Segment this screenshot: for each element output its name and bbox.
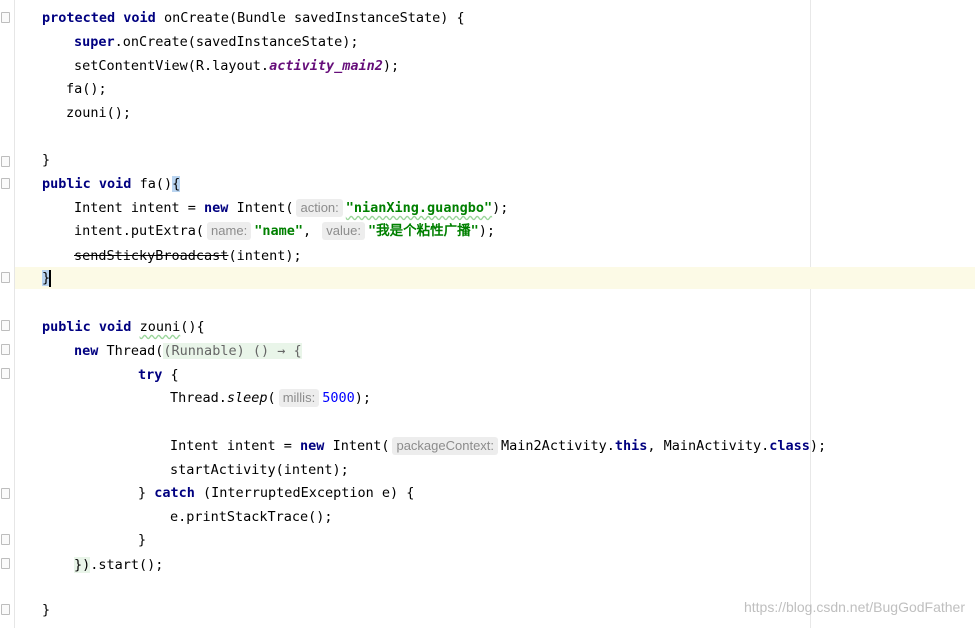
code-line: super.onCreate(savedInstanceState);: [74, 34, 359, 50]
matched-brace: {: [172, 176, 181, 192]
parameter-hint: action:: [296, 199, 343, 217]
code-editor[interactable]: protected void onCreate(Bundle savedInst…: [0, 0, 975, 628]
parameter-hint: name:: [207, 222, 252, 240]
code-line: Thread.sleep(millis: 5000);: [170, 389, 371, 407]
code-line: }: [42, 602, 51, 618]
parameter-hint: millis:: [278, 389, 320, 407]
deprecated-call: sendStickyBroadcast: [74, 248, 229, 264]
code-line: protected void onCreate(Bundle savedInst…: [42, 10, 465, 26]
code-line: setContentView(R.layout.activity_main2);: [74, 58, 400, 74]
code-line: public void fa(){: [42, 176, 181, 192]
code-line: sendStickyBroadcast(intent);: [74, 248, 302, 264]
code-line: zouni();: [66, 105, 132, 121]
code-line: }).start();: [74, 557, 164, 573]
code-line: }: [42, 152, 51, 168]
code-line: Intent intent = new Intent(packageContex…: [170, 437, 827, 455]
text-caret: [49, 269, 52, 287]
code-line: e.printStackTrace();: [170, 509, 333, 525]
code-line: try {: [138, 367, 179, 383]
lambda-fold[interactable]: (Runnable) () → {: [163, 343, 302, 359]
code-line: }: [42, 267, 52, 289]
code-line: startActivity(intent);: [170, 462, 349, 478]
parameter-hint: packageContext:: [392, 437, 499, 455]
code-line: }: [138, 532, 147, 548]
watermark: https://blog.csdn.net/BugGodFather: [743, 599, 965, 615]
lambda-fold-end: }): [74, 557, 91, 573]
code-line: new Thread((Runnable) () → {: [74, 343, 302, 359]
code-line: intent.putExtra(name: "name", value: "我是个粘…: [74, 222, 495, 240]
code-line: fa();: [66, 81, 107, 97]
code-line: } catch (InterruptedException e) {: [138, 485, 415, 501]
code-line: public void zouni(){: [42, 319, 205, 335]
parameter-hint: value:: [322, 222, 365, 240]
code-line: Intent intent = new Intent(action: "nianX…: [74, 199, 509, 217]
